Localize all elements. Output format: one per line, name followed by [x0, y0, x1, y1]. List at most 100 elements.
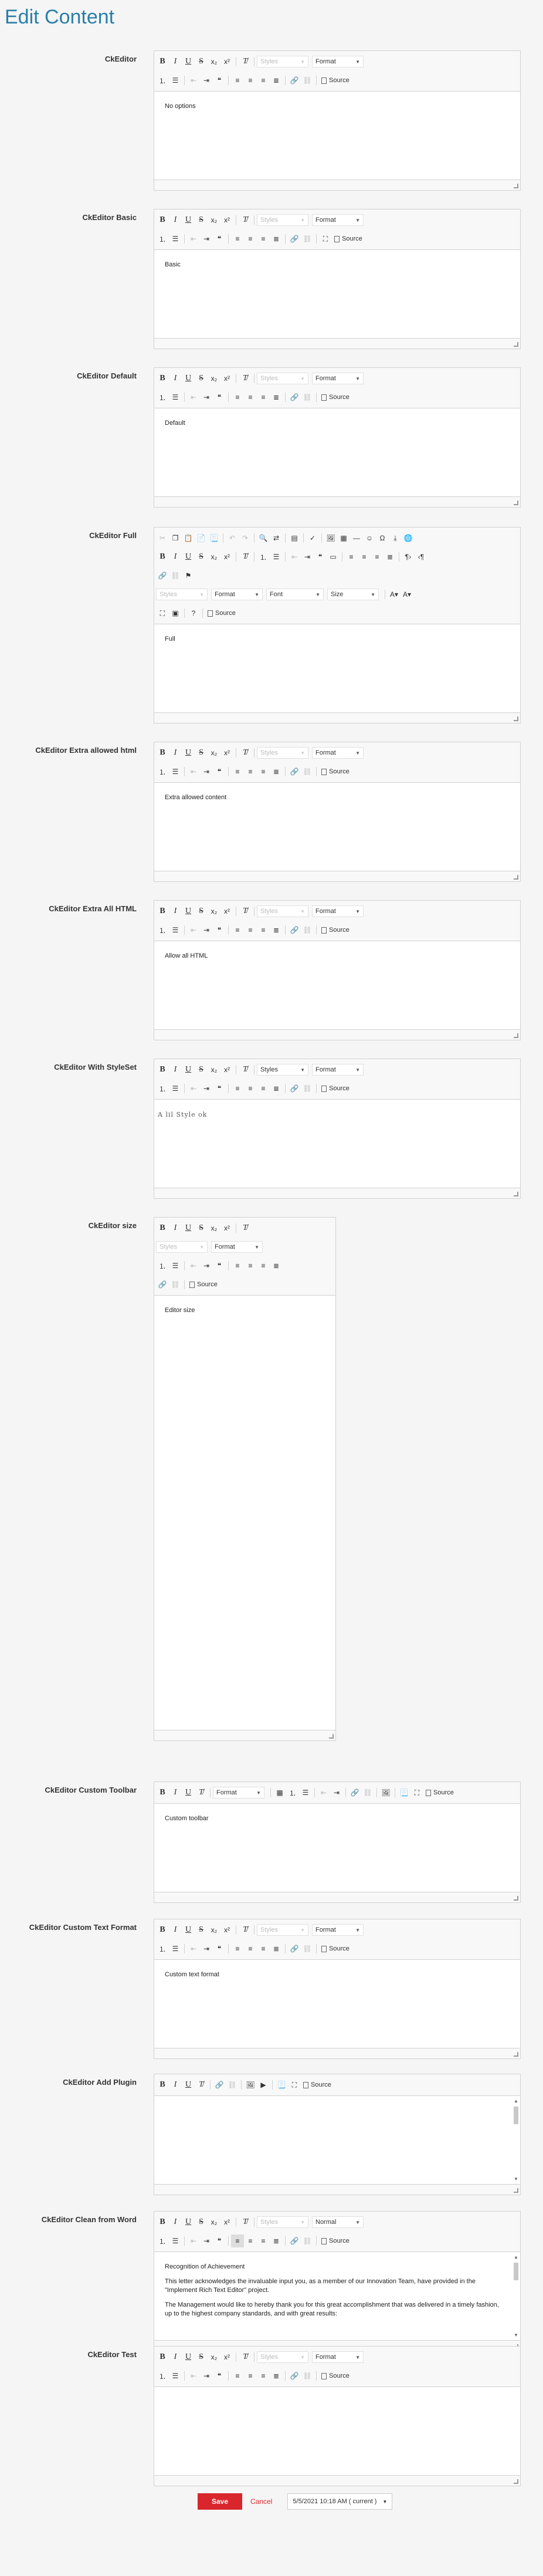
superscript-button[interactable]: x² [220, 2351, 233, 2364]
align-left-button[interactable]: ≡ [231, 2234, 244, 2247]
styles-select[interactable]: Styles ▼ [257, 56, 308, 67]
select-all-button[interactable]: ▤ [288, 532, 301, 545]
find-button[interactable]: 🔍 [257, 532, 270, 545]
indent-button[interactable]: ⇥ [200, 391, 213, 404]
bold-button[interactable]: B [156, 1923, 169, 1936]
editor-content-area[interactable]: Recognition of Achievement This letter a… [154, 2252, 520, 2340]
format-select[interactable]: Format ▼ [312, 905, 364, 917]
align-right-button[interactable]: ≡ [257, 1942, 270, 1955]
smiley-button[interactable]: ☺ [363, 532, 376, 545]
align-justify-button[interactable]: ≣ [384, 550, 396, 563]
strikethrough-button[interactable]: S [195, 55, 208, 68]
align-left-button[interactable]: ≡ [231, 1942, 244, 1955]
unlink-button[interactable]: ⛓ [361, 1786, 374, 1799]
underline-button[interactable]: U [182, 1063, 195, 1076]
numbered-list-button[interactable]: ⒈ [156, 924, 169, 937]
indent-button[interactable]: ⇥ [200, 765, 213, 778]
bold-button[interactable]: B [156, 1063, 169, 1076]
underline-button[interactable]: U [182, 746, 195, 759]
numbered-list-button[interactable]: ⒈ [156, 232, 169, 245]
subscript-button[interactable]: x₂ [208, 1222, 220, 1235]
strikethrough-button[interactable]: S [195, 2351, 208, 2364]
align-right-button[interactable]: ≡ [257, 2234, 270, 2247]
styles-select[interactable]: Styles ▼ [257, 747, 308, 759]
bold-button[interactable]: B [156, 905, 169, 918]
italic-button[interactable]: I [169, 55, 182, 68]
maximize-button[interactable]: ⛶ [156, 607, 169, 620]
indent-button[interactable]: ⇥ [200, 74, 213, 87]
undo-button[interactable]: ↶ [226, 532, 239, 545]
remove-format-button[interactable]: T̸ [239, 1923, 252, 1936]
editor-content-area[interactable] [154, 2387, 520, 2475]
underline-button[interactable]: U [182, 1786, 195, 1799]
numbered-list-button[interactable]: ⒈ [156, 74, 169, 87]
unlink-button[interactable]: ⛓ [169, 569, 182, 582]
source-button[interactable]: Source [332, 232, 365, 245]
resize-handle[interactable] [514, 2052, 518, 2057]
blockquote-button[interactable]: ❝ [213, 2369, 226, 2382]
indent-button[interactable]: ⇥ [200, 924, 213, 937]
link-button[interactable]: 🔗 [288, 1942, 301, 1955]
align-center-button[interactable]: ≡ [244, 232, 257, 245]
scrollbar-thumb[interactable] [514, 2107, 518, 2124]
styles-select[interactable]: Styles ▼ [257, 373, 308, 384]
bulleted-list-button[interactable]: ☰ [169, 2234, 182, 2247]
maximize-button[interactable]: ⛶ [288, 2078, 301, 2091]
scrollbar[interactable]: ▲ ▼ [513, 2098, 519, 2182]
align-center-button[interactable]: ≡ [244, 765, 257, 778]
align-justify-button[interactable]: ≣ [270, 1942, 283, 1955]
align-left-button[interactable]: ≡ [231, 391, 244, 404]
unlink-button[interactable]: ⛓ [301, 74, 314, 87]
paste-word-button[interactable]: 📃 [208, 532, 220, 545]
format-select[interactable]: Format ▼ [211, 589, 263, 600]
source-button[interactable]: Source [319, 1942, 352, 1955]
editor-content-area[interactable]: No options [154, 92, 520, 180]
editor-content-area[interactable]: Editor size [154, 1296, 335, 1730]
bulleted-list-button[interactable]: ☰ [169, 74, 182, 87]
resize-handle[interactable] [514, 716, 518, 721]
version-select[interactable]: 5/5/2021 10:18 AM ( current ) ▼ [287, 2493, 393, 2510]
strikethrough-button[interactable]: S [195, 550, 208, 563]
bold-button[interactable]: B [156, 372, 169, 385]
bulleted-list-button[interactable]: ☰ [169, 1259, 182, 1272]
outdent-button[interactable]: ⇤ [187, 765, 200, 778]
remove-format-button[interactable]: T̸ [239, 2351, 252, 2364]
numbered-list-button[interactable]: ⒈ [156, 1082, 169, 1095]
strikethrough-button[interactable]: S [195, 746, 208, 759]
numbered-list-button[interactable]: ⒈ [156, 2369, 169, 2382]
underline-button[interactable]: U [182, 1923, 195, 1936]
unlink-button[interactable]: ⛓ [301, 1082, 314, 1095]
bulleted-list-button[interactable]: ☰ [169, 924, 182, 937]
align-justify-button[interactable]: ≣ [270, 765, 283, 778]
styles-select[interactable]: Styles ▼ [257, 2351, 308, 2363]
maximize-button[interactable]: ⛶ [410, 1786, 423, 1799]
align-justify-button[interactable]: ≣ [270, 1082, 283, 1095]
superscript-button[interactable]: x² [220, 2216, 233, 2229]
scrollbar[interactable]: ▲ ▼ [513, 2254, 519, 2338]
bold-button[interactable]: B [156, 214, 169, 227]
blockquote-button[interactable]: ❝ [213, 924, 226, 937]
copy-button[interactable]: ❐ [169, 532, 182, 545]
editor-content-area[interactable]: ▲ ▼ [154, 2096, 520, 2184]
italic-button[interactable]: I [169, 2078, 182, 2091]
link-button[interactable]: 🔗 [288, 765, 301, 778]
bold-button[interactable]: B [156, 55, 169, 68]
styles-select[interactable]: Styles ▼ [257, 214, 308, 226]
indent-button[interactable]: ⇥ [200, 2234, 213, 2247]
resize-handle[interactable] [514, 1033, 518, 1038]
italic-button[interactable]: I [169, 214, 182, 227]
image-button[interactable]: 🖼 [379, 1786, 392, 1799]
cut-button[interactable]: ✂ [156, 532, 169, 545]
indent-button[interactable]: ⇥ [200, 1942, 213, 1955]
remove-format-button[interactable]: T̸ [239, 550, 252, 563]
align-center-button[interactable]: ≡ [244, 2369, 257, 2382]
superscript-button[interactable]: x² [220, 550, 233, 563]
italic-button[interactable]: I [169, 1063, 182, 1076]
subscript-button[interactable]: x₂ [208, 2351, 220, 2364]
align-justify-button[interactable]: ≣ [270, 391, 283, 404]
italic-button[interactable]: I [169, 2351, 182, 2364]
styles-select[interactable]: Styles ▼ [156, 1241, 208, 1253]
text-color-button[interactable]: A▾ [388, 588, 401, 601]
align-justify-button[interactable]: ≣ [270, 924, 283, 937]
align-right-button[interactable]: ≡ [257, 1082, 270, 1095]
